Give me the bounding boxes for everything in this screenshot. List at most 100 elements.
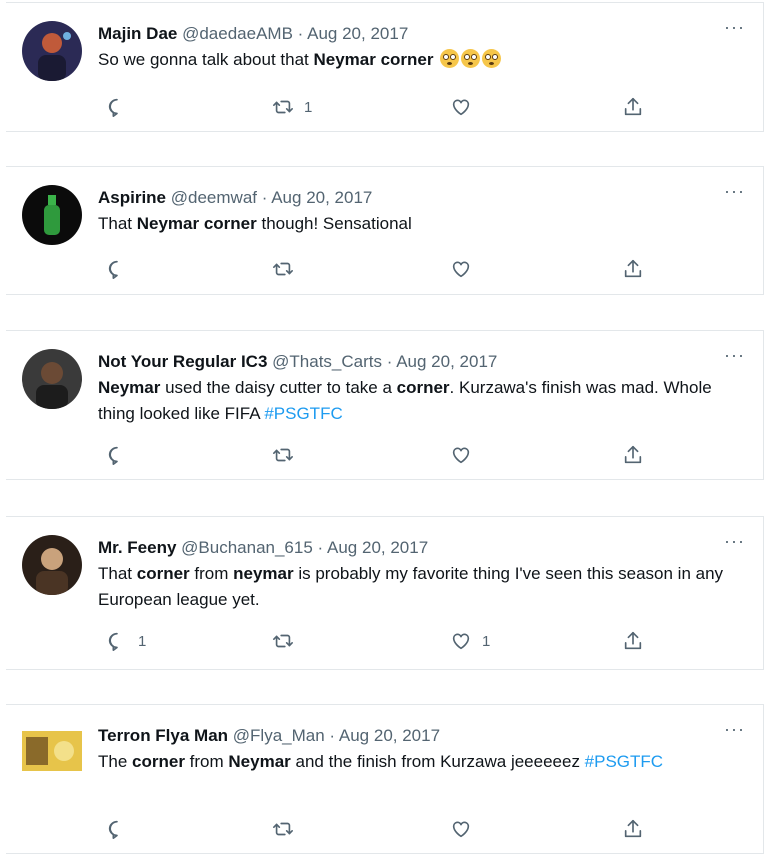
display-name[interactable]: Terron Flya Man: [98, 726, 228, 745]
hashtag-link[interactable]: #PSGTFC: [264, 404, 342, 423]
like-icon: [450, 818, 472, 840]
tweet-card[interactable]: ··· Majin Dae @daedaeAMB · Aug 20, 2017 …: [6, 2, 764, 132]
text-segment: though! Sensational: [256, 214, 412, 233]
keyword-bold: Neymar: [98, 378, 161, 397]
tweet-card[interactable]: ··· Mr. Feeny @Buchanan_615 · Aug 20, 20…: [6, 516, 764, 670]
tweet-date[interactable]: Aug 20, 2017: [271, 188, 372, 207]
text-segment: So we gonna talk about that: [98, 50, 314, 69]
display-name[interactable]: Not Your Regular IC3: [98, 352, 267, 371]
user-handle[interactable]: @Buchanan_615: [181, 538, 313, 557]
retweet-button[interactable]: 1: [272, 95, 312, 119]
reply-button[interactable]: [106, 95, 138, 119]
keyword-bold: corner: [132, 752, 185, 771]
share-icon: [622, 96, 644, 118]
tweet-card[interactable]: ··· Aspirine @deemwaf · Aug 20, 2017 Tha…: [6, 166, 764, 295]
reply-button[interactable]: [106, 443, 138, 467]
share-icon: [622, 630, 644, 652]
avatar[interactable]: [22, 21, 82, 81]
user-handle[interactable]: @deemwaf: [171, 188, 257, 207]
share-button[interactable]: [622, 443, 644, 467]
retweet-button[interactable]: [272, 629, 304, 653]
reply-button[interactable]: [106, 817, 138, 841]
text-segment: from: [184, 752, 229, 771]
keyword-bold: Neymar: [228, 752, 291, 771]
hashtag-link[interactable]: #PSGTFC: [585, 752, 663, 771]
text-segment: used the daisy cutter to take a: [160, 378, 397, 397]
tweet-text: That corner from neymar is probably my f…: [98, 561, 733, 613]
like-icon: [450, 96, 472, 118]
reply-icon: [106, 258, 128, 280]
reply-count: 1: [138, 632, 147, 650]
retweet-icon: [272, 818, 294, 840]
text-segment: That: [98, 214, 137, 233]
like-button[interactable]: [450, 95, 482, 119]
keyword-bold: Neymar corner: [136, 214, 257, 233]
share-button[interactable]: [622, 629, 644, 653]
display-name[interactable]: Aspirine: [98, 188, 166, 207]
user-handle[interactable]: @daedaeAMB: [182, 24, 293, 43]
retweet-icon: [272, 96, 294, 118]
like-button[interactable]: [450, 257, 482, 281]
tweet-text: Neymar used the daisy cutter to take a c…: [98, 375, 733, 427]
reply-icon: [106, 818, 128, 840]
text-segment: from: [189, 564, 234, 583]
share-icon: [622, 258, 644, 280]
dot-separator: ·: [261, 188, 268, 207]
dot-separator: ·: [317, 538, 324, 557]
avatar[interactable]: [22, 185, 82, 245]
like-icon: [450, 258, 472, 280]
like-button[interactable]: 1: [450, 629, 490, 653]
avatar[interactable]: [22, 349, 82, 409]
like-icon: [450, 444, 472, 466]
display-name[interactable]: Mr. Feeny: [98, 538, 176, 557]
user-handle[interactable]: @Thats_Carts: [272, 352, 382, 371]
tweet-text: The corner from Neymar and the finish fr…: [98, 749, 733, 775]
text-segment: That: [98, 564, 137, 583]
display-name[interactable]: Majin Dae: [98, 24, 177, 43]
like-button[interactable]: [450, 443, 482, 467]
dot-separator: ·: [386, 352, 393, 371]
tweet-date[interactable]: Aug 20, 2017: [396, 352, 497, 371]
share-icon: [622, 444, 644, 466]
retweet-icon: [272, 630, 294, 652]
tweet-card[interactable]: ··· Not Your Regular IC3 @Thats_Carts · …: [6, 330, 764, 480]
reply-icon: [106, 444, 128, 466]
share-icon: [622, 818, 644, 840]
reply-button[interactable]: [106, 257, 138, 281]
keyword-bold: corner: [136, 564, 190, 583]
like-button[interactable]: [450, 817, 482, 841]
text-segment: and the finish from Kurzawa jeeeeeez: [290, 752, 585, 771]
avatar[interactable]: [22, 731, 82, 771]
keyword-bold: corner: [396, 378, 450, 397]
reply-icon: [106, 96, 128, 118]
retweet-icon: [272, 444, 294, 466]
retweet-button[interactable]: [272, 257, 304, 281]
dot-separator: ·: [297, 24, 304, 43]
retweet-button[interactable]: [272, 443, 304, 467]
reply-icon: [106, 630, 128, 652]
retweet-count: 1: [304, 98, 313, 116]
user-handle[interactable]: @Flya_Man: [233, 726, 325, 745]
flushed-face-icon: [440, 49, 460, 68]
share-button[interactable]: [622, 257, 644, 281]
keyword-bold: neymar: [233, 564, 294, 583]
reply-button[interactable]: 1: [106, 629, 146, 653]
avatar[interactable]: [22, 535, 82, 595]
tweet-text: So we gonna talk about that Neymar corne…: [98, 47, 733, 73]
keyword-bold: Neymar corner: [313, 50, 434, 69]
share-button[interactable]: [622, 95, 644, 119]
like-icon: [450, 630, 472, 652]
tweet-date[interactable]: Aug 20, 2017: [327, 538, 428, 557]
like-count: 1: [482, 632, 491, 650]
tweet-text: That Neymar corner though! Sensational: [98, 211, 733, 237]
flushed-face-icon: [438, 49, 502, 69]
retweet-button[interactable]: [272, 817, 304, 841]
tweet-date[interactable]: Aug 20, 2017: [339, 726, 440, 745]
share-button[interactable]: [622, 817, 644, 841]
flushed-face-icon: [482, 49, 502, 68]
tweet-card[interactable]: ··· Terron Flya Man @Flya_Man · Aug 20, …: [6, 704, 764, 854]
text-segment: The: [98, 752, 133, 771]
tweet-date[interactable]: Aug 20, 2017: [307, 24, 408, 43]
flushed-face-icon: [461, 49, 481, 68]
retweet-icon: [272, 258, 294, 280]
